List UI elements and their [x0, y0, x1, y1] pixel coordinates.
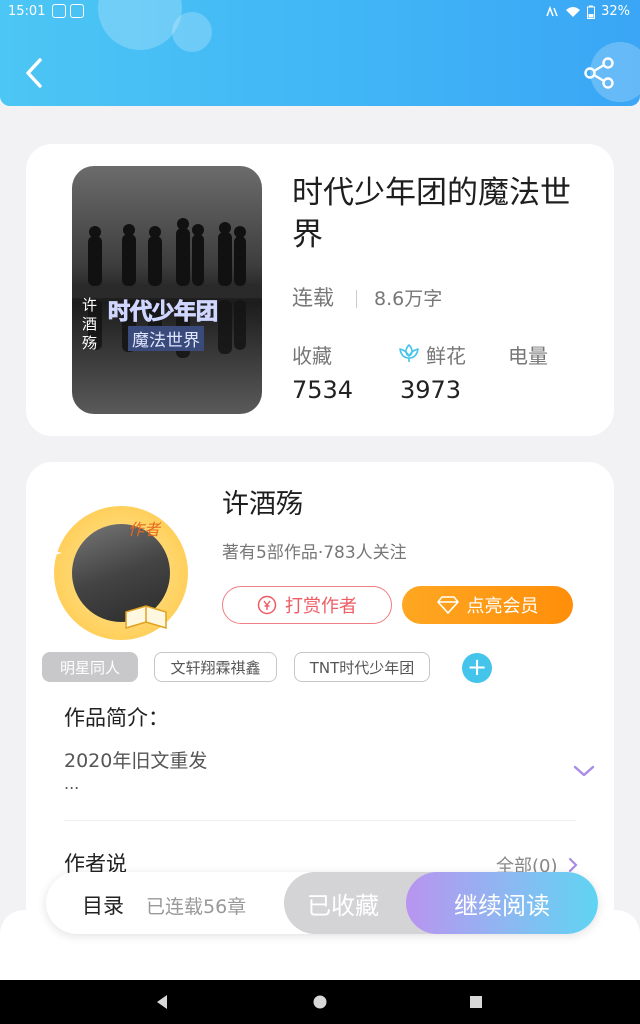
diamond-icon [436, 596, 459, 614]
nav-back-icon[interactable] [154, 994, 170, 1010]
continue-reading-button[interactable]: 继续阅读 [406, 872, 598, 934]
tag-cp[interactable]: 文轩翔霖祺鑫 [154, 652, 277, 682]
intro-ellipsis: ... [64, 774, 80, 793]
sparkle-icon [48, 546, 62, 560]
status-time: 15:01 [8, 4, 46, 19]
author-name[interactable]: 许酒殇 [222, 482, 303, 521]
cover-title-text: 时代少年团 [107, 300, 219, 326]
toc-button[interactable]: 目录 [82, 890, 124, 920]
status-bar: 15:01 32% [0, 0, 640, 24]
tag-fandom[interactable]: TNT时代少年团 [294, 652, 430, 682]
notification-icon [70, 4, 84, 18]
battery-icon [587, 5, 596, 19]
chapter-count[interactable]: 已连载56章 [146, 892, 246, 919]
add-tag-button[interactable]: + [462, 653, 492, 683]
collected-label: 已收藏 [307, 891, 379, 920]
flower-icon [399, 344, 419, 362]
header: 15:01 32% [0, 0, 640, 106]
signal-icon [546, 5, 558, 16]
divider [356, 290, 357, 308]
book-cover[interactable]: 许酒殇 时代少年团 魔法世界 [72, 166, 262, 414]
intro-title: 作品简介： [64, 706, 169, 730]
status-right: 32% [545, 4, 630, 19]
intro-text: 2020年旧文重发 [64, 750, 208, 772]
nav-recents-icon[interactable] [468, 994, 484, 1010]
continue-reading-label: 继续阅读 [454, 891, 550, 920]
system-nav-bar [0, 980, 640, 1024]
book-info-card: 许酒殇 时代少年团 魔法世界 时代少年团的魔法世界 连载 8.6万字 收藏 75… [26, 144, 614, 436]
serial-status: 连载 [292, 286, 334, 310]
divider [64, 820, 576, 821]
book-title: 时代少年团的魔法世界 [292, 175, 571, 253]
tip-author-label: 打赏作者 [285, 596, 357, 617]
author-badge: 作者 [128, 520, 161, 539]
tag-category[interactable]: 明星同人 [42, 652, 138, 682]
vip-label: 点亮会员 [466, 596, 539, 617]
author-meta: 著有5部作品·783人关注 [222, 543, 407, 563]
cover-art [72, 218, 262, 358]
wifi-icon [566, 6, 581, 17]
cover-author-text: 许酒殇 [82, 296, 98, 352]
stat-label-collect: 收藏 [292, 344, 332, 368]
stat-label-power[interactable]: 电量 [508, 340, 548, 369]
back-icon[interactable] [20, 56, 50, 90]
bottom-action-bar: 目录 已连载56章 已收藏 继续阅读 [46, 872, 598, 934]
stat-value-collect: 7534 [292, 376, 354, 404]
battery-level: 32% [601, 4, 630, 19]
nav-home-icon[interactable] [312, 994, 328, 1010]
coin-icon [257, 595, 277, 615]
share-icon[interactable] [582, 56, 616, 90]
chevron-down-icon[interactable] [572, 762, 596, 780]
cover-subtitle-text: 魔法世界 [128, 326, 204, 351]
stat-value-flowers: 3973 [400, 376, 462, 404]
word-count: 8.6万字 [374, 288, 443, 310]
notification-icon [52, 4, 66, 18]
author-avatar-frame[interactable]: 作者 [48, 506, 188, 640]
stat-label-flowers[interactable]: 鲜花 [426, 340, 466, 369]
book-icon [125, 605, 167, 630]
tip-author-button[interactable]: 打赏作者 [222, 586, 392, 624]
vip-button[interactable]: 点亮会员 [402, 586, 573, 624]
status-app-icons [52, 4, 84, 18]
